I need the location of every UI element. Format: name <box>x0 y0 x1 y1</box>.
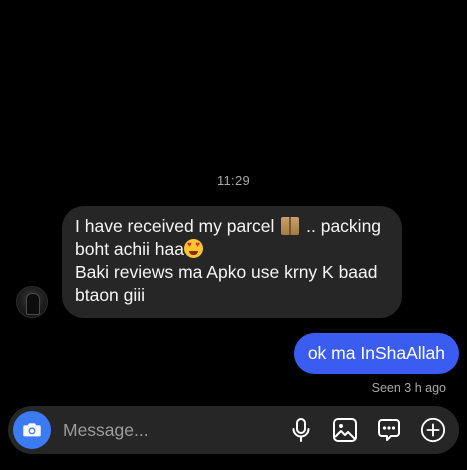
message-input[interactable] <box>63 415 288 445</box>
plus-icon <box>420 417 446 443</box>
incoming-line-3: Baki reviews ma Apko use krny K baad <box>75 262 378 282</box>
more-options-button[interactable] <box>420 417 446 443</box>
incoming-message-row: I have received my parcel .. packing boh… <box>16 206 402 318</box>
sender-avatar[interactable] <box>16 286 48 318</box>
incoming-text-part: I have received my parcel <box>75 216 280 236</box>
outgoing-message-bubble[interactable]: ok ma InShaAllah <box>293 333 459 374</box>
voice-message-button[interactable] <box>288 417 314 443</box>
incoming-line-4: btaon giii <box>75 285 146 305</box>
sticker-icon <box>378 419 400 441</box>
image-icon <box>333 418 357 442</box>
incoming-line-1: I have received my parcel .. packing <box>75 215 388 238</box>
camera-icon <box>23 423 41 437</box>
message-composer <box>8 406 459 454</box>
seen-status: Seen 3 h ago <box>371 381 446 395</box>
sticker-button[interactable] <box>376 417 402 443</box>
incoming-text-part: boht achii haa <box>75 239 184 259</box>
incoming-message-bubble[interactable]: I have received my parcel .. packing boh… <box>62 206 402 318</box>
heart-eyes-emoji-icon <box>183 239 203 258</box>
message-thread: 11:29 I have received my parcel .. packi… <box>0 0 467 400</box>
incoming-text-part: .. packing <box>301 216 382 236</box>
gallery-button[interactable] <box>332 417 358 443</box>
microphone-icon <box>292 418 310 442</box>
incoming-line-2: boht achii haa <box>75 238 388 261</box>
thread-timestamp: 11:29 <box>216 173 251 188</box>
camera-button[interactable] <box>13 411 51 449</box>
package-emoji-icon <box>281 217 300 235</box>
